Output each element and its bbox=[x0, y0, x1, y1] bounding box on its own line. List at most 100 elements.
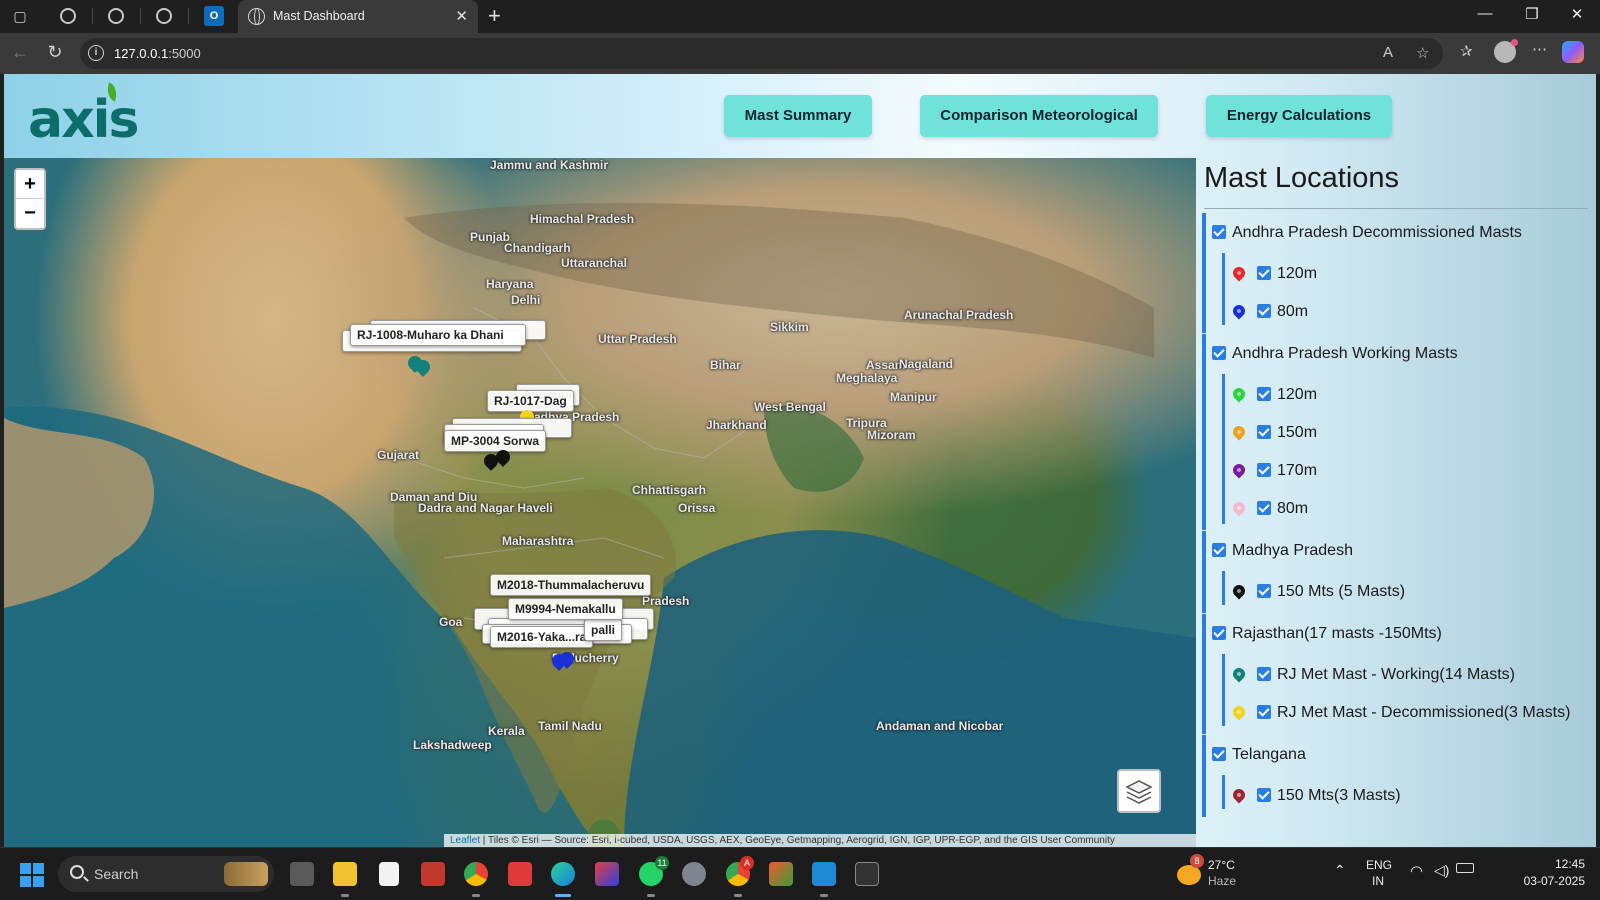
checkbox-icon[interactable] bbox=[1257, 387, 1271, 401]
layer-toggle[interactable]: RJ Met Mast - Decommissioned(3 Masts) bbox=[1230, 703, 1570, 722]
layer-toggle[interactable]: 150 Mts (5 Masts) bbox=[1230, 582, 1405, 601]
map-label: Pradesh bbox=[642, 594, 690, 608]
chrome-icon[interactable] bbox=[464, 862, 488, 886]
group-toggle[interactable]: Rajasthan(17 masts -150Mts) bbox=[1212, 625, 1442, 643]
checkbox-icon[interactable] bbox=[1257, 584, 1271, 598]
map-marker-tooltip[interactable]: M2016-Yaka...ra bbox=[490, 626, 594, 648]
group-toggle[interactable]: Madhya Pradesh bbox=[1212, 542, 1353, 560]
map-label: Andaman and Nicobar bbox=[876, 719, 1004, 733]
leaflet-link[interactable]: Leaflet bbox=[450, 835, 480, 846]
anydesk-icon[interactable] bbox=[508, 862, 532, 886]
comparison-meteorological-button[interactable]: Comparison Meteorological bbox=[920, 95, 1158, 137]
layer-toggle[interactable]: 170m bbox=[1230, 461, 1317, 480]
edge-icon[interactable] bbox=[551, 862, 575, 886]
volume-icon[interactable]: ◁) bbox=[1434, 862, 1449, 879]
copilot-icon[interactable] bbox=[1562, 41, 1584, 63]
checkbox-icon[interactable] bbox=[1212, 543, 1226, 557]
notepad-icon[interactable] bbox=[379, 862, 399, 886]
globe-tab-icon[interactable] bbox=[108, 8, 124, 24]
snipping-tool-icon[interactable] bbox=[421, 862, 445, 886]
tab-actions-icon[interactable]: ▢ bbox=[10, 6, 30, 26]
paint-icon[interactable] bbox=[595, 862, 619, 886]
active-tab[interactable]: Mast Dashboard ✕ bbox=[238, 0, 478, 33]
group-toggle[interactable]: Telangana bbox=[1212, 746, 1306, 764]
minimize-icon[interactable]: — bbox=[1470, 5, 1500, 22]
back-icon[interactable]: ← bbox=[8, 42, 32, 63]
checkbox-icon[interactable] bbox=[1257, 788, 1271, 802]
layer-toggle[interactable]: 150m bbox=[1230, 423, 1317, 442]
group-telangana: Telangana 150 Mts(3 Masts) bbox=[1202, 735, 1401, 817]
taskbar-search[interactable]: Search bbox=[58, 856, 274, 892]
checkbox-icon[interactable] bbox=[1257, 304, 1271, 318]
sub-list: RJ Met Mast - Working(14 Masts) RJ Met M… bbox=[1222, 654, 1570, 726]
refresh-icon[interactable]: ↻ bbox=[43, 42, 67, 63]
sub-list: 120m 80m bbox=[1222, 253, 1317, 325]
checkbox-icon[interactable] bbox=[1257, 667, 1271, 681]
map-marker-tooltip[interactable]: MP-3004 Sorwa bbox=[444, 430, 547, 452]
read-aloud-icon[interactable]: A bbox=[1383, 44, 1393, 61]
checkbox-icon[interactable] bbox=[1257, 266, 1271, 280]
energy-calculations-button[interactable]: Energy Calculations bbox=[1206, 95, 1392, 137]
windows-start-icon[interactable] bbox=[20, 863, 44, 887]
map-label: Uttaranchal bbox=[561, 256, 628, 270]
layer-toggle[interactable]: 150 Mts(3 Masts) bbox=[1230, 786, 1401, 805]
tab-favicon-icon[interactable] bbox=[60, 8, 76, 24]
tab-favicon-icon[interactable] bbox=[156, 8, 172, 24]
map-marker-tooltip[interactable]: palli bbox=[584, 619, 623, 641]
weather-badge: 8 bbox=[1190, 854, 1204, 868]
file-explorer-icon[interactable] bbox=[333, 862, 357, 886]
more-menu-icon[interactable]: ⋯ bbox=[1532, 40, 1547, 58]
chrome-badge: A bbox=[740, 856, 754, 870]
checkbox-icon[interactable] bbox=[1257, 463, 1271, 477]
satellite-map[interactable]: + − Jammu and Kashmir Himachal Pradesh P… bbox=[4, 158, 1196, 847]
close-window-icon[interactable]: ✕ bbox=[1562, 5, 1592, 23]
weather-icon[interactable] bbox=[1177, 865, 1201, 885]
map-marker-tooltip[interactable]: M9994-Nemakallu bbox=[508, 598, 623, 620]
checkbox-icon[interactable] bbox=[1212, 225, 1226, 239]
new-tab-icon[interactable]: + bbox=[488, 3, 501, 29]
vscode-icon[interactable] bbox=[812, 862, 836, 886]
task-view-icon[interactable] bbox=[290, 862, 314, 886]
layer-toggle[interactable]: 80m bbox=[1230, 302, 1308, 321]
language-line1[interactable]: ENG bbox=[1366, 858, 1392, 872]
language-line2[interactable]: IN bbox=[1372, 874, 1384, 888]
layer-toggle[interactable]: 80m bbox=[1230, 499, 1308, 518]
clock-date[interactable]: 03-07-2025 bbox=[1505, 874, 1585, 888]
sub-list: 150 Mts (5 Masts) bbox=[1222, 571, 1405, 605]
restore-icon[interactable]: ❐ bbox=[1517, 5, 1547, 23]
mast-summary-button[interactable]: Mast Summary bbox=[724, 95, 872, 137]
zoom-out-button[interactable]: − bbox=[16, 199, 44, 228]
map-marker-tooltip[interactable]: M2018-Thummalacheruvu bbox=[490, 574, 652, 596]
outlook-tab-icon[interactable]: O bbox=[204, 6, 224, 26]
profile-avatar[interactable] bbox=[1494, 39, 1518, 63]
layer-toggle[interactable]: 120m bbox=[1230, 385, 1317, 404]
clock-time[interactable]: 12:45 bbox=[1525, 857, 1585, 871]
favorites-icon[interactable]: ✰ bbox=[1460, 42, 1473, 60]
checkbox-icon[interactable] bbox=[1212, 626, 1226, 640]
dashboard-page: axis Mast Summary Comparison Meteorologi… bbox=[4, 74, 1596, 847]
checkbox-icon[interactable] bbox=[1257, 705, 1271, 719]
wifi-icon[interactable]: ◠ bbox=[1410, 862, 1423, 880]
checkbox-icon[interactable] bbox=[1212, 747, 1226, 761]
git-icon[interactable] bbox=[769, 862, 793, 886]
layer-toggle[interactable]: 120m bbox=[1230, 264, 1317, 283]
url-field[interactable]: i 127.0.0.1:5000 A ☆ bbox=[80, 38, 1443, 69]
layer-toggle[interactable]: RJ Met Mast - Working(14 Masts) bbox=[1230, 665, 1515, 684]
checkbox-icon[interactable] bbox=[1212, 346, 1226, 360]
battery-icon[interactable] bbox=[1456, 863, 1474, 873]
map-marker-tooltip[interactable]: RJ-1017-Dag bbox=[487, 390, 574, 412]
map-marker-tooltip[interactable]: RJ-1008-Muharo ka Dhani bbox=[350, 324, 526, 346]
close-tab-icon[interactable]: ✕ bbox=[455, 7, 468, 25]
layers-control[interactable] bbox=[1117, 769, 1161, 813]
checkbox-icon[interactable] bbox=[1257, 501, 1271, 515]
favorite-star-icon[interactable]: ☆ bbox=[1416, 44, 1429, 62]
zoom-in-button[interactable]: + bbox=[16, 170, 44, 199]
site-info-icon[interactable]: i bbox=[88, 45, 104, 61]
map-label: Nagaland bbox=[899, 357, 954, 371]
group-toggle[interactable]: Andhra Pradesh Working Masts bbox=[1212, 345, 1458, 363]
group-toggle[interactable]: Andhra Pradesh Decommissioned Masts bbox=[1212, 224, 1522, 242]
checkbox-icon[interactable] bbox=[1257, 425, 1271, 439]
terminal-icon[interactable] bbox=[855, 862, 879, 886]
chevron-up-icon[interactable]: ⌃ bbox=[1334, 862, 1346, 879]
settings-icon[interactable] bbox=[682, 862, 706, 886]
